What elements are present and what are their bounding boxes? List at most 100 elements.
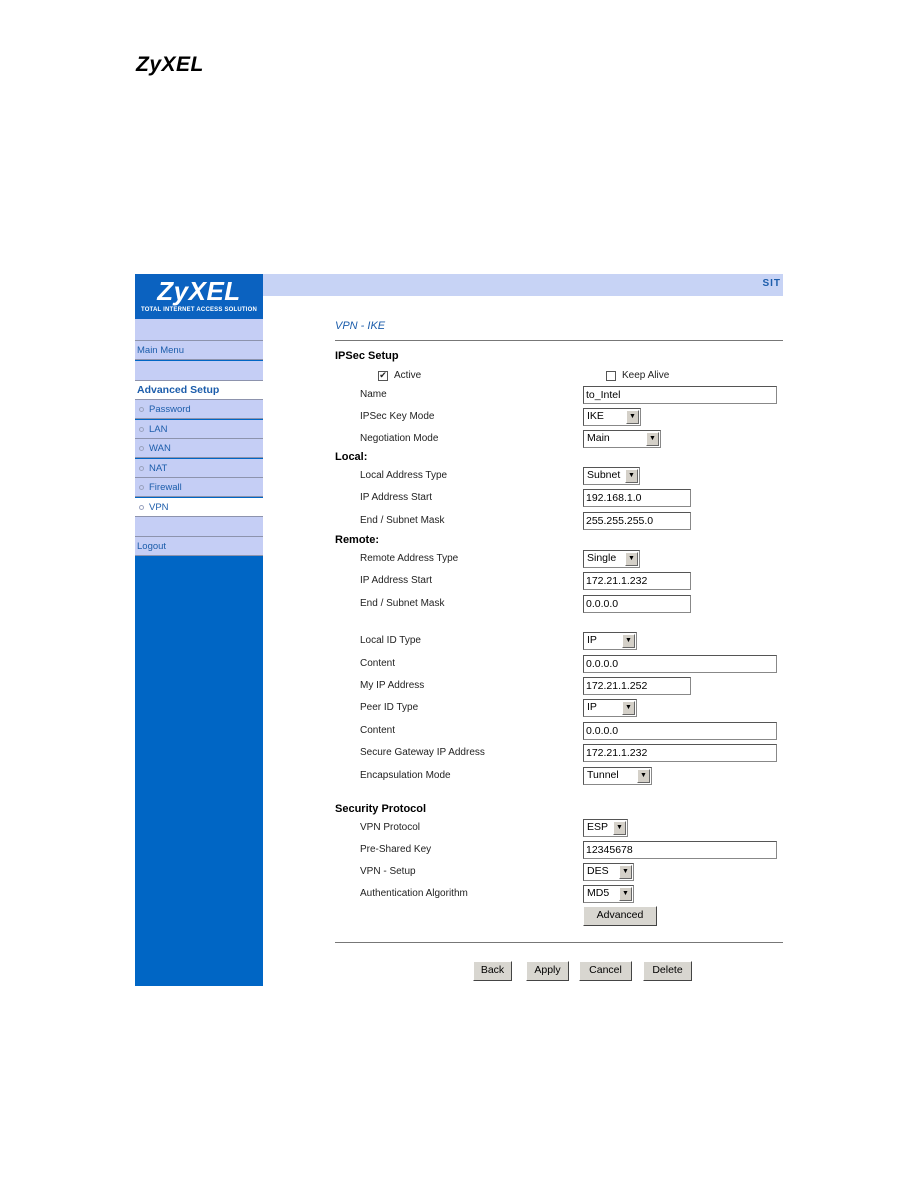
key-mode-label: IPSec Key Mode <box>360 411 435 422</box>
chevron-down-icon[interactable]: ▼ <box>622 634 635 648</box>
sidebar-item-label: VPN <box>149 502 169 513</box>
vpn-setup-label: VPN - Setup <box>360 866 416 877</box>
my-ip-input[interactable]: 172.21.1.252 <box>583 677 691 695</box>
cancel-button[interactable]: Cancel <box>579 961 632 981</box>
local-address-type-value: Subnet <box>587 469 621 481</box>
advanced-button[interactable]: Advanced <box>583 906 657 926</box>
local-id-type-label: Local ID Type <box>360 635 421 646</box>
chevron-down-icon[interactable]: ▼ <box>619 887 632 901</box>
delete-button[interactable]: Delete <box>643 961 692 981</box>
peer-content-label: Content <box>360 725 396 736</box>
chevron-down-icon[interactable]: ▼ <box>613 821 626 835</box>
remote-end-mask-label: End / Subnet Mask <box>360 598 445 609</box>
divider <box>335 340 783 341</box>
sidebar-item-firewall[interactable]: Firewall <box>135 478 263 497</box>
negotiation-mode-value: Main <box>587 432 610 444</box>
secure-gateway-label: Secure Gateway IP Address <box>360 747 485 758</box>
local-content-input[interactable]: 0.0.0.0 <box>583 655 777 673</box>
local-end-mask-input[interactable]: 255.255.255.0 <box>583 512 691 530</box>
encapsulation-mode-value: Tunnel <box>587 769 619 781</box>
bullet-icon <box>139 465 144 471</box>
section-heading-ipsec: IPSec Setup <box>335 350 399 362</box>
sidebar-item-label: LAN <box>149 424 168 435</box>
remote-address-type-select[interactable]: Single ▼ <box>583 550 640 568</box>
section-heading-security: Security Protocol <box>335 803 427 815</box>
vpn-setup-value: DES <box>587 865 609 877</box>
section-heading-local: Local: <box>335 451 368 463</box>
negotiation-mode-select[interactable]: Main ▼ <box>583 430 661 448</box>
peer-id-type-value: IP <box>587 701 597 713</box>
sidebar-item-main-menu[interactable]: Main Menu <box>135 341 263 360</box>
sidebar-item-password[interactable]: Password <box>135 400 263 419</box>
authentication-algorithm-label: Authentication Algorithm <box>360 888 468 899</box>
remote-address-type-value: Single <box>587 552 617 564</box>
sidebar-item-label: Firewall <box>149 482 182 493</box>
bullet-icon <box>139 445 144 451</box>
vpn-protocol-label: VPN Protocol <box>360 822 421 833</box>
local-ip-start-label: IP Address Start <box>360 492 433 503</box>
router-web-ui: ZyXEL TOTAL INTERNET ACCESS SOLUTION Mai… <box>135 274 783 986</box>
remote-end-mask-input[interactable]: 0.0.0.0 <box>583 595 691 613</box>
chevron-down-icon[interactable]: ▼ <box>626 410 639 424</box>
remote-ip-start-label: IP Address Start <box>360 575 433 586</box>
secure-gateway-input[interactable]: 172.21.1.232 <box>583 744 777 762</box>
chevron-down-icon[interactable]: ▼ <box>619 865 632 879</box>
bullet-icon <box>139 406 144 412</box>
vpn-setup-select[interactable]: DES ▼ <box>583 863 634 881</box>
active-label: Active <box>394 370 422 381</box>
sidebar-logo: ZyXEL TOTAL INTERNET ACCESS SOLUTION <box>135 274 263 319</box>
section-heading-remote: Remote: <box>335 534 380 546</box>
active-checkbox[interactable]: ✔ <box>378 370 388 381</box>
local-address-type-label: Local Address Type <box>360 470 448 481</box>
key-mode-value: IKE <box>587 410 604 422</box>
chevron-down-icon[interactable]: ▼ <box>622 701 635 715</box>
encapsulation-mode-select[interactable]: Tunnel ▼ <box>583 767 652 785</box>
local-id-type-select[interactable]: IP ▼ <box>583 632 637 650</box>
keep-alive-label: Keep Alive <box>622 370 670 381</box>
back-button[interactable]: Back <box>473 961 512 981</box>
sidebar-item-nat[interactable]: NAT <box>135 459 263 478</box>
divider <box>335 942 783 943</box>
peer-id-type-select[interactable]: IP ▼ <box>583 699 637 717</box>
top-banner: SIT <box>263 274 783 296</box>
local-end-mask-label: End / Subnet Mask <box>360 515 445 526</box>
peer-content-input[interactable]: 0.0.0.0 <box>583 722 777 740</box>
sidebar-item-label: NAT <box>149 463 168 474</box>
keep-alive-checkbox[interactable] <box>606 370 616 381</box>
local-ip-start-input[interactable]: 192.168.1.0 <box>583 489 691 507</box>
peer-id-type-label: Peer ID Type <box>360 702 419 713</box>
vpn-protocol-select[interactable]: ESP ▼ <box>583 819 628 837</box>
sidebar-section-advanced-setup[interactable]: Advanced Setup <box>135 381 263 400</box>
keep-alive-checkbox-group[interactable]: Keep Alive <box>606 370 669 381</box>
bullet-icon <box>139 484 144 490</box>
brand-name: ZyXEL <box>157 276 241 306</box>
sidebar-item-vpn[interactable]: VPN <box>135 498 263 517</box>
sidebar-item-wan[interactable]: WAN <box>135 439 263 458</box>
bullet-icon <box>139 504 144 510</box>
sidebar-item-label: Password <box>149 404 191 415</box>
active-checkbox-group[interactable]: ✔ Active <box>378 370 421 381</box>
name-input[interactable]: to_Intel <box>583 386 777 404</box>
remote-ip-start-input[interactable]: 172.21.1.232 <box>583 572 691 590</box>
page-title: VPN - IKE <box>335 320 386 332</box>
chevron-down-icon[interactable]: ▼ <box>637 769 650 783</box>
authentication-algorithm-value: MD5 <box>587 887 610 899</box>
chevron-down-icon[interactable]: ▼ <box>625 552 638 566</box>
sidebar-item-lan[interactable]: LAN <box>135 420 263 439</box>
brand-tagline: TOTAL INTERNET ACCESS SOLUTION <box>140 307 258 313</box>
sidebar-item-label: WAN <box>149 443 171 454</box>
sidebar: ZyXEL TOTAL INTERNET ACCESS SOLUTION Mai… <box>135 274 263 986</box>
apply-button[interactable]: Apply <box>526 961 569 981</box>
chevron-down-icon[interactable]: ▼ <box>625 469 638 483</box>
pre-shared-key-label: Pre-Shared Key <box>360 844 432 855</box>
pre-shared-key-input[interactable]: 12345678 <box>583 841 777 859</box>
key-mode-select[interactable]: IKE ▼ <box>583 408 641 426</box>
local-address-type-select[interactable]: Subnet ▼ <box>583 467 640 485</box>
chevron-down-icon[interactable]: ▼ <box>646 432 659 446</box>
encapsulation-mode-label: Encapsulation Mode <box>360 770 451 781</box>
bullet-icon <box>139 426 144 432</box>
sidebar-item-logout[interactable]: Logout <box>135 537 263 556</box>
local-content-label: Content <box>360 658 396 669</box>
sidebar-spacer <box>135 517 263 537</box>
authentication-algorithm-select[interactable]: MD5 ▼ <box>583 885 634 903</box>
